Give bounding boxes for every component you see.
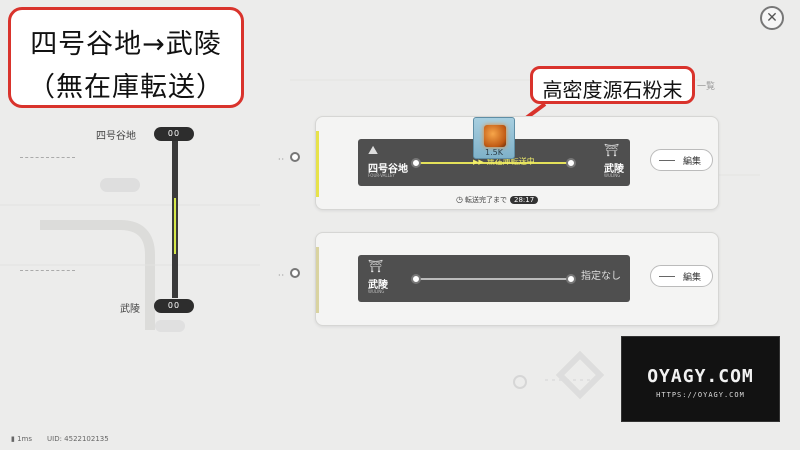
item-quantity: 1.5K xyxy=(485,148,503,157)
transfer-panel: ⛩ 武陵 WULING 指定なし xyxy=(358,255,630,302)
item-name-label: 高密度源石粉末 xyxy=(542,78,683,102)
card-accent xyxy=(316,247,319,313)
timer-value: 28:17 xyxy=(509,196,539,204)
transfer-card-1[interactable]: ⛰ 四号谷地 FOUR-VALLEY ▶▶ 無在庫転送中 ⛩ 武陵 WULING … xyxy=(315,116,719,210)
timer-label: 転送完了まで xyxy=(464,196,507,204)
watermark-logo: OYAGY.COM HTTPS://OYAGY.COM xyxy=(621,336,780,422)
connector-dots: ·· xyxy=(278,155,286,164)
route-node-top[interactable]: 00 xyxy=(154,127,194,141)
play-icon: ▶▶ xyxy=(473,158,484,166)
item-name-callout: 高密度源石粉末 xyxy=(530,66,695,104)
callout-title-line1: 四号谷地→武陵 xyxy=(30,29,222,60)
transfer-rail xyxy=(416,278,571,280)
map-dash xyxy=(20,157,75,158)
rail-end-dot xyxy=(566,274,576,284)
edit-line-icon xyxy=(659,160,675,161)
route-node-top-label: 四号谷地 xyxy=(96,131,136,142)
destination-unassigned: 指定なし xyxy=(581,271,621,282)
edit-button-label: 編集 xyxy=(683,273,702,283)
card-accent xyxy=(316,131,319,197)
close-button[interactable]: ✕ xyxy=(760,6,784,30)
route-node-bottom[interactable]: 00 xyxy=(154,299,194,313)
item-slot[interactable]: 1.5K xyxy=(473,117,515,159)
ping-value: 1ms xyxy=(17,435,32,443)
rail-start-dot xyxy=(411,274,421,284)
origin-station-icon: ⛰ xyxy=(368,143,379,157)
connector-dots: ·· xyxy=(278,271,286,280)
destination-station-sub: WULING xyxy=(604,173,621,178)
origin-station-icon: ⛩ xyxy=(368,259,384,273)
clock-icon: ◷ xyxy=(456,195,463,204)
connector-circle xyxy=(290,152,300,162)
destination-station-icon: ⛩ xyxy=(604,143,620,157)
edit-button[interactable]: 編集 xyxy=(650,265,713,287)
origin-stone-powder-icon xyxy=(484,125,506,147)
callout-title-line2: （無在庫転送） xyxy=(28,72,224,103)
rail-end-dot xyxy=(566,158,576,168)
watermark-title: OYAGY.COM xyxy=(647,366,754,387)
transfer-card-2[interactable]: ⛩ 武陵 WULING 指定なし 編集 xyxy=(315,232,719,326)
edit-button[interactable]: 編集 xyxy=(650,149,713,171)
origin-station-sub: FOUR-VALLEY xyxy=(368,173,395,178)
transfer-timer: ◷ 転送完了まで 28:17 xyxy=(456,195,539,205)
connector-circle xyxy=(290,268,300,278)
ping-indicator: ▮ 1ms xyxy=(11,435,32,443)
title-callout: 四号谷地→武陵 （無在庫転送） xyxy=(8,7,244,108)
user-id: UID: 4522102135 xyxy=(47,435,109,443)
route-highlight xyxy=(174,198,176,254)
list-title: 一覧 xyxy=(697,82,716,92)
rail-start-dot xyxy=(411,158,421,168)
origin-station-sub: WULING xyxy=(368,289,385,294)
close-icon: ✕ xyxy=(766,10,778,26)
route-node-bottom-label: 武陵 xyxy=(120,304,140,315)
edit-line-icon xyxy=(659,276,675,277)
map-dash xyxy=(20,270,75,271)
edit-button-label: 編集 xyxy=(683,157,702,167)
watermark-url: HTTPS://OYAGY.COM xyxy=(656,391,745,399)
